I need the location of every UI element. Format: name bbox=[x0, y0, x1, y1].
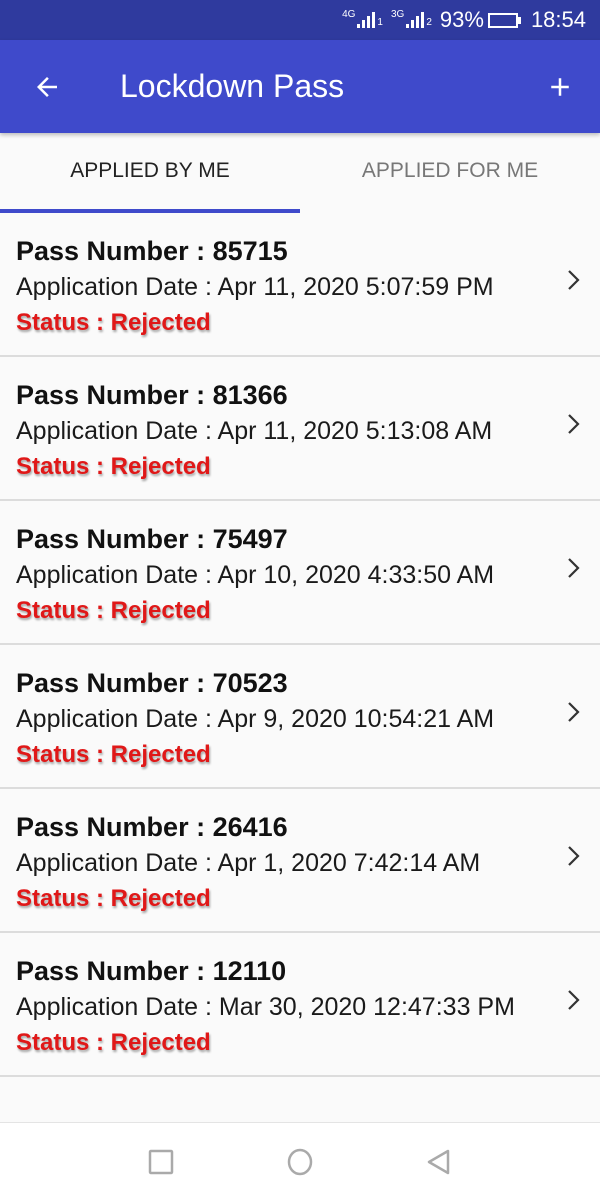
network-type-2: 3G bbox=[390, 9, 405, 20]
status-badge: Status : Rejected bbox=[16, 741, 211, 768]
battery-percent: 93% bbox=[439, 7, 484, 32]
chevron-right-icon bbox=[568, 414, 580, 434]
pass-number: Pass Number : 70523 bbox=[16, 668, 288, 698]
page-title: Lockdown Pass bbox=[120, 68, 345, 104]
status-badge: Status : Rejected bbox=[16, 309, 211, 336]
application-date: Application Date : Mar 30, 2020 12:47:33… bbox=[16, 993, 515, 1021]
pass-list-item[interactable]: Pass Number : 70523 Application Date : A… bbox=[0, 645, 600, 789]
arrow-left-icon bbox=[37, 76, 57, 97]
plus-icon bbox=[551, 77, 569, 96]
status-badge: Status : Rejected bbox=[16, 597, 211, 624]
network-type-1: 4G bbox=[342, 9, 356, 20]
back-button[interactable] bbox=[0, 40, 94, 133]
sim-2-label: 2 bbox=[426, 17, 432, 28]
pass-list-item[interactable]: Pass Number : 81366 Application Date : A… bbox=[0, 357, 600, 501]
status-badge: Status : Rejected bbox=[16, 885, 211, 912]
chevron-right-icon bbox=[568, 702, 580, 722]
home-button[interactable] bbox=[278, 1140, 322, 1184]
system-nav-bar bbox=[0, 1122, 600, 1200]
pass-number: Pass Number : 81366 bbox=[16, 380, 288, 410]
add-pass-button[interactable] bbox=[520, 40, 600, 133]
application-date: Application Date : Apr 10, 2020 4:33:50 … bbox=[16, 561, 495, 589]
battery-icon bbox=[487, 12, 521, 28]
chevron-right-icon bbox=[568, 846, 580, 866]
recents-icon bbox=[148, 1149, 174, 1174]
recents-button[interactable] bbox=[139, 1140, 183, 1184]
status-badge: Status : Rejected bbox=[16, 453, 211, 480]
application-date: Application Date : Apr 1, 2020 7:42:14 A… bbox=[16, 849, 481, 877]
signal-bars-icon bbox=[357, 12, 376, 28]
signal-sim-1: 4G 1 bbox=[342, 9, 383, 28]
signal-sim-2: 3G 2 bbox=[390, 9, 432, 28]
status-badge: Status : Rejected bbox=[16, 1029, 211, 1056]
home-icon bbox=[287, 1148, 313, 1175]
application-date: Application Date : Apr 11, 2020 5:07:59 … bbox=[16, 273, 494, 301]
pass-list-item[interactable]: Pass Number : 75497 Application Date : A… bbox=[0, 501, 600, 645]
pass-list-item[interactable]: Pass Number : 85715 Application Date : A… bbox=[0, 213, 600, 357]
tab-bar: APPLIED BY ME APPLIED FOR ME bbox=[0, 133, 600, 213]
back-icon bbox=[427, 1149, 450, 1174]
pass-list-item[interactable]: Pass Number : 26416 Application Date : A… bbox=[0, 789, 600, 933]
tab-applied-for-me[interactable]: APPLIED FOR ME bbox=[300, 133, 600, 213]
pass-number: Pass Number : 26416 bbox=[16, 812, 288, 842]
application-date: Application Date : Apr 11, 2020 5:13:08 … bbox=[16, 417, 493, 445]
application-date: Application Date : Apr 9, 2020 10:54:21 … bbox=[16, 705, 495, 733]
pass-number: Pass Number : 12110 bbox=[16, 956, 287, 986]
app-bar: Lockdown Pass bbox=[0, 40, 600, 133]
pass-number: Pass Number : 85715 bbox=[16, 236, 288, 266]
pass-number: Pass Number : 75497 bbox=[16, 524, 288, 554]
tab-applied-by-me[interactable]: APPLIED BY ME bbox=[0, 133, 300, 213]
clock: 18:54 bbox=[530, 7, 586, 32]
status-bar: 4G 1 3G 2 93% 18:54 bbox=[0, 0, 600, 40]
back-nav-button[interactable] bbox=[417, 1140, 461, 1184]
pass-list-item[interactable]: Pass Number : 12110 Application Date : M… bbox=[0, 933, 600, 1077]
chevron-right-icon bbox=[568, 990, 580, 1010]
chevron-right-icon bbox=[568, 270, 580, 290]
chevron-right-icon bbox=[568, 558, 580, 578]
sim-1-label: 1 bbox=[377, 17, 383, 28]
pass-list: Pass Number : 85715 Application Date : A… bbox=[0, 213, 600, 1077]
signal-bars-icon bbox=[406, 12, 425, 28]
